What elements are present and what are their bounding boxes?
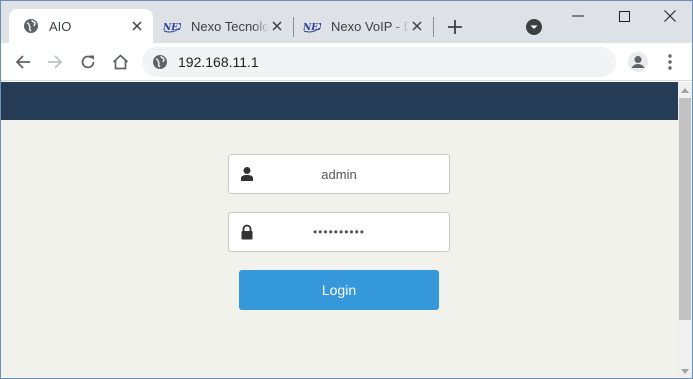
username-input[interactable] [265,155,449,193]
reload-icon [81,55,95,69]
more-vert-icon [668,54,672,70]
maximize-button[interactable] [601,1,647,31]
arrow-right-icon [48,55,63,69]
arrow-left-icon [15,55,30,69]
maximize-icon [618,10,630,22]
home-button[interactable] [108,50,132,74]
password-input[interactable] [265,213,449,251]
back-button[interactable] [11,50,35,74]
browser-toolbar: 192.168.11.1 [1,43,692,81]
browser-menu-button[interactable] [663,52,677,72]
login-page: Login [1,82,678,378]
window-close-button[interactable] [647,1,692,31]
close-icon [664,10,676,22]
login-button[interactable]: Login [239,270,439,310]
tab-title: AIO [49,18,72,34]
scroll-up-arrow[interactable] [678,82,692,98]
url-text: 192.168.11.1 [178,54,259,70]
tab-strip: AIO NEXO Nexo Tecnolog NEXO Nexo VoIP - … [1,1,692,43]
close-icon[interactable] [409,18,425,34]
close-icon[interactable] [129,18,145,34]
globe-icon [153,55,167,69]
new-tab-button[interactable] [443,15,467,39]
nexo-logo-icon: NEXO [163,23,181,33]
page-header-bar [1,82,678,120]
password-field[interactable] [228,212,450,252]
username-field[interactable] [228,154,450,194]
browser-window: AIO NEXO Nexo Tecnolog NEXO Nexo VoIP - … [0,0,693,379]
address-bar[interactable]: 192.168.11.1 [142,47,616,77]
tab-separator [433,17,434,37]
forward-button[interactable] [43,50,67,74]
minimize-icon [572,15,584,17]
user-icon [241,167,253,181]
lock-icon [241,224,253,240]
plus-icon [448,20,462,34]
home-icon [112,54,128,70]
tab-title: Nexo VoIP - De [331,18,409,34]
tab-aio[interactable]: AIO [9,9,153,43]
tab-nexo-voip[interactable]: NEXO Nexo VoIP - De [293,9,433,43]
account-icon[interactable] [627,51,649,73]
nexo-logo-icon: NEXO [303,23,321,33]
scroll-down-arrow[interactable] [678,363,692,378]
tab-nexo-tecnologia[interactable]: NEXO Nexo Tecnolog [153,9,293,43]
caret-up-icon [681,87,689,93]
tab-title: Nexo Tecnolog [191,18,269,34]
reload-button[interactable] [76,50,100,74]
scrollbar-thumb[interactable] [679,98,691,320]
minimize-button[interactable] [555,1,601,31]
globe-icon [24,19,38,33]
close-icon[interactable] [269,18,285,34]
tab-search-button[interactable] [525,18,543,36]
caret-down-icon [681,368,689,374]
